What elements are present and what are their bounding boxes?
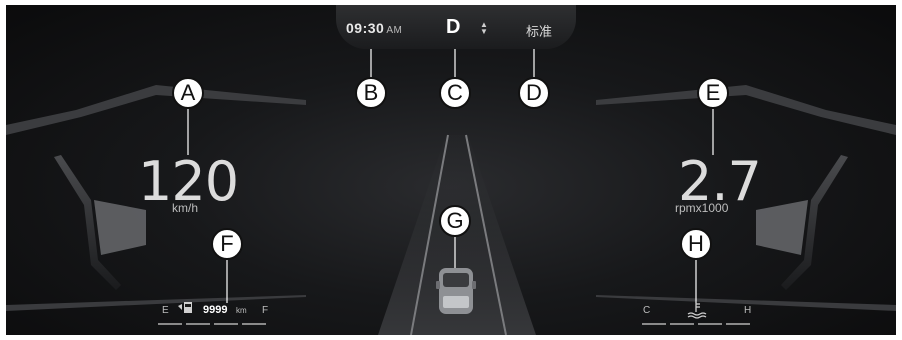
right-frame-highlight (756, 200, 808, 255)
callout-g: G (439, 205, 471, 237)
coolant-bar-segment (642, 323, 666, 325)
drive-mode: 标准 (526, 25, 553, 40)
fuel-full-label: F (262, 305, 269, 316)
coolant-bar-segment (726, 323, 750, 325)
fuel-bar-segment (186, 323, 210, 325)
fuel-bar-segment (158, 323, 182, 325)
clock-time: 09:30 (346, 20, 385, 36)
callout-h: H (680, 228, 712, 260)
instrument-cluster: 09:30 AM D ▲ ▼ 标准 120 km/h 2.7 rpmx1000 E … (6, 5, 896, 335)
coolant-bar-segment (670, 323, 694, 325)
coolant-temperature-icon (687, 301, 707, 319)
callout-f: F (211, 228, 243, 260)
coolant-cold-label: C (643, 305, 651, 316)
right-frame-top (596, 85, 896, 135)
left-bottom-line (6, 295, 306, 311)
coolant-hot-label: H (744, 305, 752, 316)
fuel-pump-icon (178, 302, 192, 313)
gear-arrows-icon: ▲ ▼ (480, 20, 488, 36)
callout-c: C (439, 77, 471, 109)
callout-b: B (355, 77, 387, 109)
fuel-bar-segment (242, 323, 266, 325)
rpm-unit: rpmx1000 (675, 201, 729, 215)
callout-d: D (518, 77, 550, 109)
fuel-bar-segment (214, 323, 238, 325)
car-icon (436, 268, 476, 314)
fuel-range: 9999 (203, 304, 228, 316)
clock-ampm: AM (386, 25, 403, 36)
callout-e: E (697, 77, 729, 109)
coolant-bar-segment (698, 323, 722, 325)
clock: 09:30 AM (346, 20, 402, 36)
gear-indicator: D (446, 16, 461, 38)
callout-a: A (172, 77, 204, 109)
speed-unit: km/h (172, 201, 199, 215)
fuel-range-unit: km (236, 306, 247, 315)
fuel-empty-label: E (162, 305, 169, 316)
left-frame-top (6, 85, 306, 135)
